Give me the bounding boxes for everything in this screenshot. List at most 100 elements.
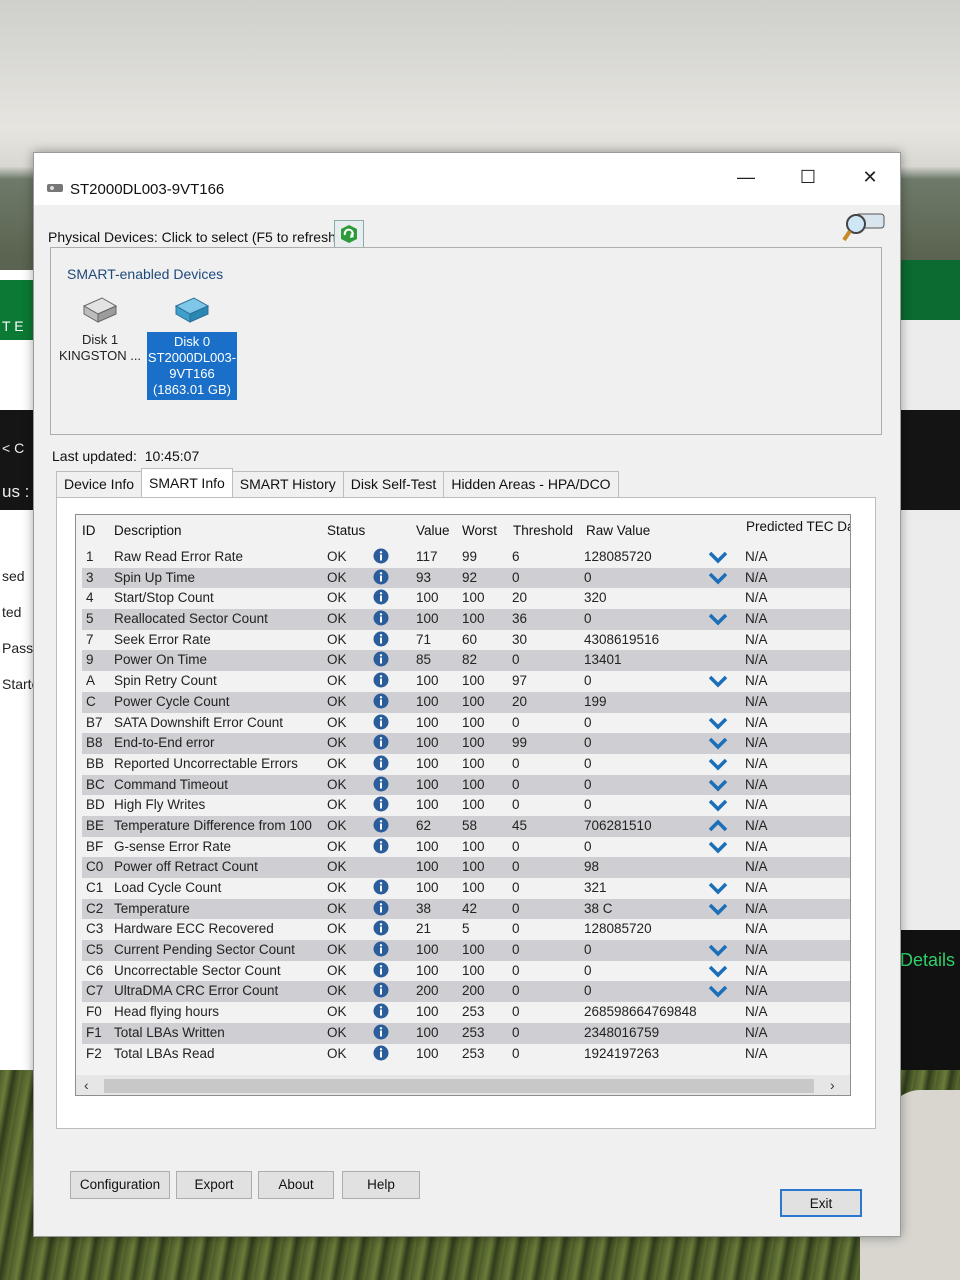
- scrollbar-thumb[interactable]: [104, 1079, 814, 1093]
- info-icon[interactable]: [373, 879, 389, 895]
- table-row[interactable]: 5 Reallocated Sector Count OK 100 100 36 0 N/A: [82, 609, 850, 630]
- table-row[interactable]: BE Temperature Difference from 100 OK 62 58 4…: [82, 815, 850, 837]
- info-icon[interactable]: [373, 755, 389, 771]
- table-row[interactable]: BD High Fly Writes OK 100 100 0 0 N/A: [82, 795, 850, 816]
- info-icon[interactable]: [373, 817, 389, 833]
- disk-1-item[interactable]: Disk 1 KINGSTON ...: [55, 296, 145, 364]
- table-row[interactable]: 1 Raw Read Error Rate OK 117 99 6 128085720 N/A: [82, 547, 850, 568]
- tab-smart-history[interactable]: SMART History: [231, 471, 344, 497]
- table-row[interactable]: 4 Start/Stop Count OK 100 100 20 320 N/A: [82, 588, 850, 609]
- info-icon[interactable]: [373, 982, 389, 998]
- table-row[interactable]: BF G-sense Error Rate OK 100 100 0 0 N/A: [82, 837, 850, 858]
- scroll-right-icon[interactable]: ›: [830, 1077, 835, 1093]
- table-row[interactable]: C6 Uncorrectable Sector Count OK 100 100 0 0 N/…: [82, 961, 850, 982]
- info-icon[interactable]: [373, 610, 389, 626]
- table-row[interactable]: C3 Hardware ECC Recovered OK 21 5 0 128085720 N…: [82, 919, 850, 940]
- table-row[interactable]: C7 UltraDMA CRC Error Count OK 200 200 0 0 N/A: [82, 981, 850, 1003]
- header-worst[interactable]: Worst: [462, 523, 497, 538]
- about-button[interactable]: About: [258, 1171, 334, 1199]
- info-icon[interactable]: [373, 776, 389, 792]
- header-status[interactable]: Status: [327, 523, 365, 538]
- info-icon[interactable]: [373, 651, 389, 667]
- attribute-worst: 100: [462, 838, 485, 854]
- table-row[interactable]: C Power Cycle Count OK 100 100 20 199 N/A: [82, 691, 850, 713]
- attribute-threshold: 99: [512, 735, 528, 751]
- attribute-threshold: 20: [512, 590, 528, 606]
- table-row[interactable]: F1 Total LBAs Written OK 100 253 0 2348016759 N…: [82, 1022, 850, 1044]
- tab-smart-info[interactable]: SMART Info: [141, 468, 233, 497]
- table-row[interactable]: 9 Power On Time OK 85 82 0 13401 N/A: [82, 650, 850, 672]
- info-icon[interactable]: [373, 920, 389, 936]
- info-icon[interactable]: [373, 941, 389, 957]
- attribute-value: 100: [416, 735, 439, 751]
- attribute-predicted-tec: N/A: [745, 652, 768, 668]
- info-icon[interactable]: [373, 672, 389, 688]
- attribute-predicted-tec: N/A: [745, 776, 768, 792]
- info-icon[interactable]: [373, 962, 389, 978]
- table-row[interactable]: 3 Spin Up Time OK 93 92 0 0 N/A: [82, 567, 850, 589]
- disk-0-item[interactable]: Disk 0 ST2000DL003- 9VT166 (1863.01 GB): [147, 296, 237, 400]
- attribute-id: F0: [86, 1004, 102, 1020]
- configuration-button[interactable]: Configuration: [70, 1171, 170, 1199]
- info-icon[interactable]: [373, 631, 389, 647]
- info-icon[interactable]: [373, 1003, 389, 1019]
- header-description[interactable]: Description: [114, 523, 182, 538]
- header-raw-value[interactable]: Raw Value: [586, 523, 650, 538]
- minimize-button[interactable]: —: [724, 163, 768, 191]
- header-predicted-tec[interactable]: Predicted TEC Dat: [746, 519, 850, 534]
- header-threshold[interactable]: Threshold: [513, 523, 573, 538]
- tab-hidden-areas[interactable]: Hidden Areas - HPA/DCO: [443, 471, 619, 497]
- tab-device-info[interactable]: Device Info: [56, 471, 143, 497]
- info-icon[interactable]: [373, 693, 389, 709]
- attribute-worst: 100: [462, 714, 485, 730]
- tab-disk-self-test[interactable]: Disk Self-Test: [342, 471, 445, 497]
- info-icon[interactable]: [373, 838, 389, 854]
- info-icon[interactable]: [373, 900, 389, 916]
- table-row[interactable]: B7 SATA Downshift Error Count OK 100 100 0 0 N/…: [82, 713, 850, 734]
- table-row[interactable]: BC Command Timeout OK 100 100 0 0 N/A: [82, 774, 850, 796]
- info-icon[interactable]: [373, 734, 389, 750]
- horizontal-scrollbar[interactable]: ‹ ›: [76, 1075, 850, 1095]
- scroll-left-icon[interactable]: ‹: [84, 1077, 89, 1093]
- table-row[interactable]: F0 Head flying hours OK 100 253 0 268598664769…: [82, 1002, 850, 1023]
- info-icon[interactable]: [373, 796, 389, 812]
- info-icon[interactable]: [373, 714, 389, 730]
- header-id[interactable]: ID: [82, 523, 96, 538]
- attribute-raw-value: 0: [584, 735, 592, 751]
- attribute-worst: 100: [462, 611, 485, 627]
- table-row[interactable]: C1 Load Cycle Count OK 100 100 0 321 N/A: [82, 878, 850, 899]
- attribute-value: 93: [416, 569, 432, 585]
- magnifier-disk-icon[interactable]: [842, 208, 886, 244]
- attribute-value: 100: [416, 880, 439, 895]
- table-row[interactable]: A Spin Retry Count OK 100 100 97 0 N/A: [82, 671, 850, 692]
- export-button[interactable]: Export: [176, 1171, 252, 1199]
- title-bar[interactable]: ST2000DL003-9VT166 — ☐ ✕: [34, 153, 900, 205]
- info-icon[interactable]: [373, 589, 389, 605]
- refresh-button[interactable]: [334, 220, 364, 248]
- header-value[interactable]: Value: [416, 523, 450, 538]
- attribute-predicted-tec: N/A: [745, 631, 768, 647]
- attribute-predicted-tec: N/A: [745, 714, 768, 730]
- close-button[interactable]: ✕: [848, 163, 892, 191]
- table-row[interactable]: C0 Power off Retract Count OK 100 100 0 98 N/A: [82, 857, 850, 878]
- hard-disk-icon: [174, 297, 210, 323]
- table-row[interactable]: C2 Temperature OK 38 42 0 38 C N/A: [82, 898, 850, 920]
- table-row[interactable]: 7 Seek Error Rate OK 71 60 30 4308619516 N/A: [82, 630, 850, 651]
- table-row[interactable]: BB Reported Uncorrectable Errors OK 100 100 0…: [82, 754, 850, 775]
- attribute-value: 100: [416, 838, 439, 854]
- info-icon[interactable]: [373, 1024, 389, 1040]
- table-row[interactable]: F2 Total LBAs Read OK 100 253 0 1924197263 N/A: [82, 1044, 850, 1065]
- attribute-id: C6: [86, 962, 104, 978]
- chevron-down-icon: [708, 737, 728, 750]
- table-row[interactable]: C5 Current Pending Sector Count OK 100 100 0 0…: [82, 940, 850, 961]
- info-icon[interactable]: [373, 548, 389, 564]
- info-icon[interactable]: [373, 1045, 389, 1061]
- table-row[interactable]: B8 End-to-End error OK 100 100 99 0 N/A: [82, 733, 850, 754]
- attribute-id: BF: [86, 838, 104, 854]
- maximize-button[interactable]: ☐: [786, 163, 830, 191]
- attribute-description: Uncorrectable Sector Count: [114, 962, 281, 978]
- help-button[interactable]: Help: [342, 1171, 420, 1199]
- info-icon[interactable]: [373, 569, 389, 585]
- attribute-predicted-tec: N/A: [745, 569, 768, 585]
- exit-button[interactable]: Exit: [780, 1189, 862, 1217]
